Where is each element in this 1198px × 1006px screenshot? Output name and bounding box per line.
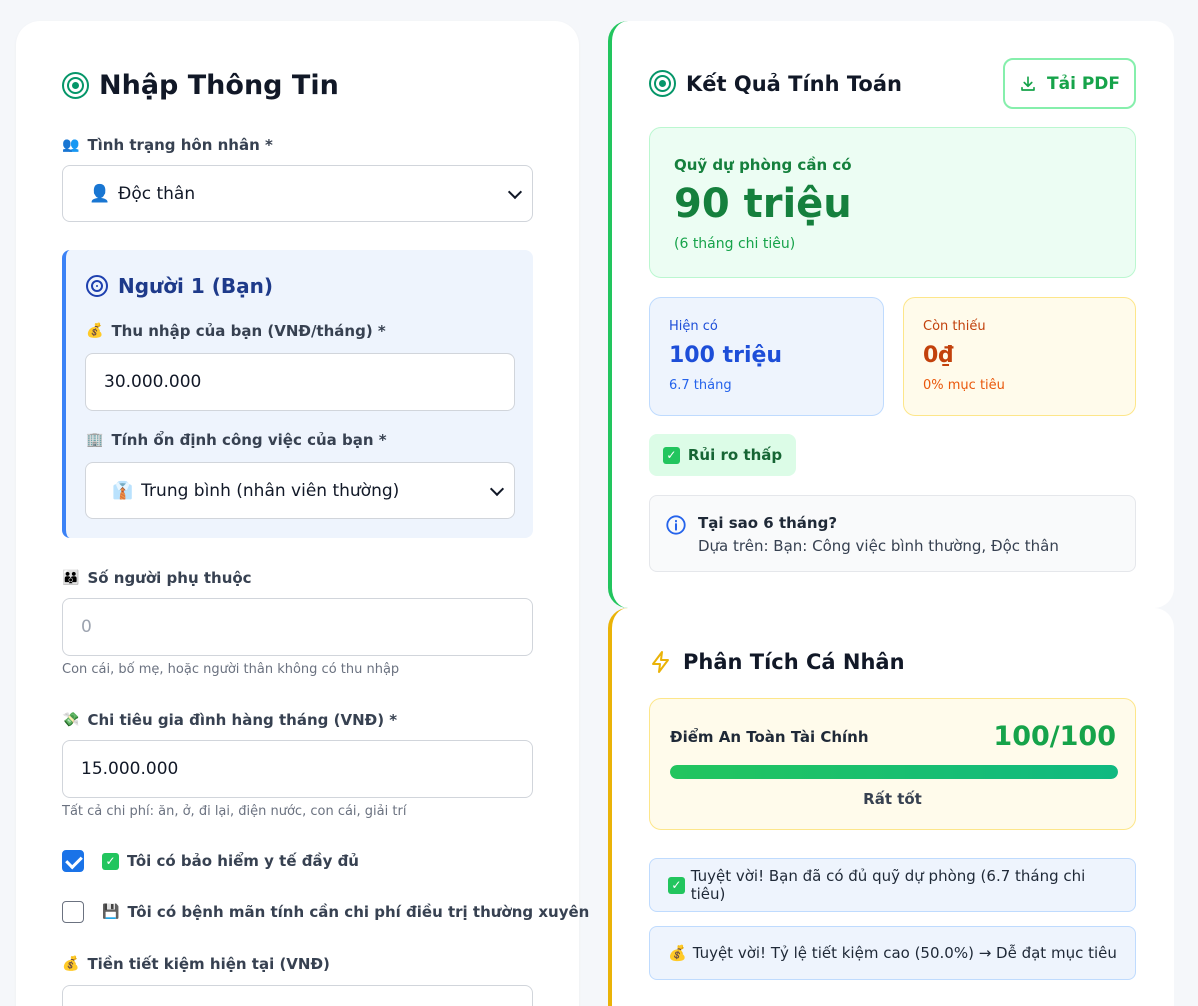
score-progress-bar <box>670 765 1118 779</box>
expenses-label: 💸 Chi tiêu gia đình hàng tháng (VNĐ) * <box>62 711 398 729</box>
why-title: Tại sao 6 tháng? <box>698 514 838 532</box>
insurance-label[interactable]: ✓ Tôi có bảo hiểm y tế đầy đủ <box>102 852 359 870</box>
insurance-checkbox[interactable] <box>62 850 84 872</box>
target-icon <box>62 72 89 99</box>
chronic-label[interactable]: 💾 Tôi có bệnh mãn tính cần chi phí điều … <box>102 903 589 921</box>
income-label: 💰 Thu nhập của bạn (VNĐ/tháng) * <box>86 322 386 340</box>
miss-value: 0₫ <box>923 343 954 368</box>
miss-sub: 0% mục tiêu <box>923 378 1005 393</box>
income-input[interactable]: 30.000.000 <box>85 353 515 411</box>
chevron-down-icon <box>489 481 505 496</box>
expenses-input[interactable]: 15.000.000 <box>62 740 533 798</box>
download-pdf-button[interactable]: Tải PDF <box>1003 58 1136 109</box>
chronic-checkbox[interactable] <box>62 901 84 923</box>
check-mark-icon: ✓ <box>668 876 685 894</box>
savings-input[interactable] <box>62 985 533 1006</box>
dependents-label: 👪 Số người phụ thuộc <box>62 569 252 587</box>
office-building-icon: 🏢 <box>86 432 104 448</box>
lightning-icon <box>652 651 669 673</box>
disk-icon: 💾 <box>102 904 120 920</box>
check-mark-icon: ✓ <box>102 852 119 870</box>
check-mark-icon: ✓ <box>662 446 680 464</box>
score-rating: Rất tốt <box>863 790 922 808</box>
person-icon: 👤 <box>89 183 111 204</box>
input-panel-title: Nhập Thông Tin <box>62 70 339 101</box>
fund-value: 90 triệu <box>674 181 852 227</box>
stability-select[interactable]: 👔 Trung bình (nhân viên thường) <box>85 462 515 519</box>
marital-label: 👥 Tình trạng hôn nhân * <box>62 136 273 154</box>
score-label: Điểm An Toàn Tài Chính <box>670 728 869 746</box>
money-wings-icon: 💸 <box>62 712 80 728</box>
savings-label: 💰 Tiền tiết kiệm hiện tại (VNĐ) <box>62 955 330 973</box>
family-icon: 👪 <box>62 570 80 586</box>
shortfall-box: Còn thiếu 0₫ 0% mục tiêu <box>903 297 1136 416</box>
dependents-hint: Con cái, bố mẹ, hoặc người thân không có… <box>62 662 400 677</box>
required-fund-box: Quỹ dự phòng cần có 90 triệu (6 tháng ch… <box>649 127 1136 278</box>
money-bag-icon: 💰 <box>86 323 104 339</box>
miss-label: Còn thiếu <box>923 319 986 334</box>
note-saving-rate: 💰 Tuyệt vời! Tỷ lệ tiết kiệm cao (50.0%)… <box>649 926 1136 980</box>
score-progress-fill <box>670 765 1118 779</box>
note-fund-sufficient: ✓ Tuyệt vời! Bạn đã có đủ quỹ dự phòng (… <box>649 858 1136 912</box>
have-sub: 6.7 tháng <box>669 378 732 393</box>
why-explanation: Tại sao 6 tháng? Dựa trên: Bạn: Công việ… <box>649 495 1136 572</box>
result-title: Kết Quả Tính Toán <box>649 70 902 97</box>
analysis-title: Phân Tích Cá Nhân <box>649 650 905 674</box>
fund-sub: (6 tháng chi tiêu) <box>674 236 796 252</box>
necktie-icon: 👔 <box>112 480 134 501</box>
download-icon <box>1021 75 1035 91</box>
safety-score-box: Điểm An Toàn Tài Chính 100/100 Rất tốt <box>649 698 1136 830</box>
info-icon <box>666 515 686 535</box>
expenses-hint: Tất cả chi phí: ăn, ở, đi lại, điện nước… <box>62 804 407 819</box>
why-text: Dựa trên: Bạn: Công việc bình thường, Độ… <box>698 537 1059 555</box>
target-icon <box>649 70 676 97</box>
dependents-input[interactable]: 0 <box>62 598 533 656</box>
target-icon <box>86 275 108 297</box>
money-bag-icon: 💰 <box>62 956 80 972</box>
chevron-down-icon <box>507 184 523 199</box>
stability-label: 🏢 Tính ổn định công việc của bạn * <box>86 431 387 449</box>
risk-badge: ✓ Rủi ro thấp <box>649 434 796 476</box>
have-label: Hiện có <box>669 319 718 334</box>
person-1-title: Người 1 (Bạn) <box>86 274 273 298</box>
current-savings-box: Hiện có 100 triệu 6.7 tháng <box>649 297 884 416</box>
score-value: 100/100 <box>993 721 1116 752</box>
fund-label: Quỹ dự phòng cần có <box>674 156 852 174</box>
marital-select[interactable]: 👤 Độc thân <box>62 165 533 222</box>
money-bag-icon: 💰 <box>668 944 687 962</box>
have-value: 100 triệu <box>669 343 783 368</box>
people-icon: 👥 <box>62 137 80 153</box>
